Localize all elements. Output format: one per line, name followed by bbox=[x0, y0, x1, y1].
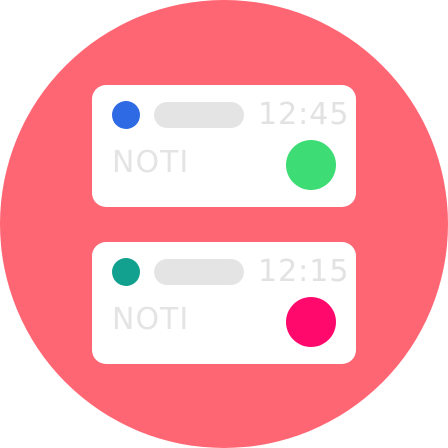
notifications-app-icon[interactable]: 12:45 NOTI 12:15 NOTI bbox=[0, 0, 448, 448]
notification-label: NOTI bbox=[112, 302, 190, 337]
status-badge-icon bbox=[286, 140, 336, 190]
notification-card: 12:15 NOTI bbox=[92, 242, 356, 364]
app-icon-canvas: 12:45 NOTI 12:15 NOTI bbox=[0, 0, 448, 448]
notification-card: 12:45 NOTI bbox=[92, 85, 356, 207]
title-placeholder bbox=[154, 102, 244, 128]
app-dot-icon bbox=[112, 101, 140, 129]
app-dot-icon bbox=[112, 258, 140, 286]
title-placeholder bbox=[154, 259, 244, 285]
notification-time: 12:45 bbox=[258, 97, 350, 132]
status-badge-icon bbox=[286, 297, 336, 347]
notification-label: NOTI bbox=[112, 145, 190, 180]
notification-time: 12:15 bbox=[258, 254, 350, 289]
